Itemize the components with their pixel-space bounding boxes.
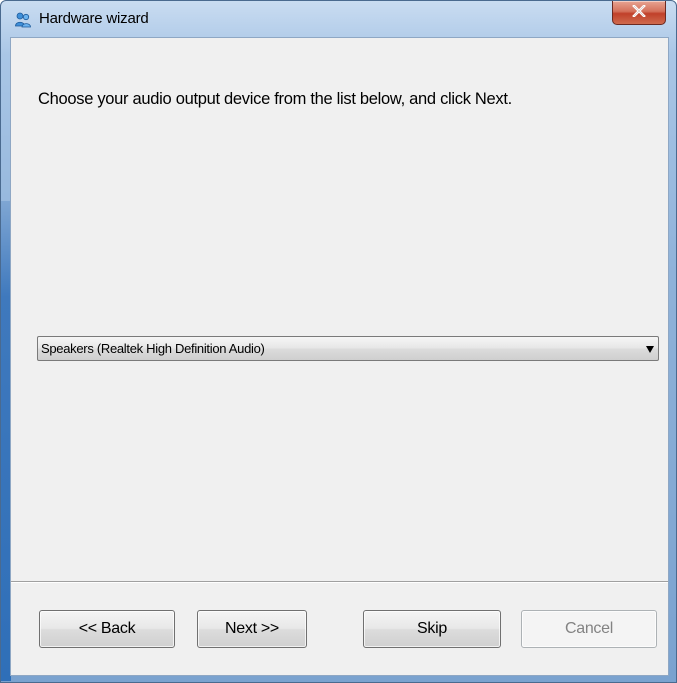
back-button[interactable]: << Back [39,610,175,648]
hardware-wizard-window: Hardware wizard Choose your audio output… [0,0,677,683]
close-button[interactable] [612,1,666,25]
footer-divider [11,581,668,583]
audio-device-select[interactable]: Speakers (Realtek High Definition Audio) [37,336,659,361]
wizard-content: Choose your audio output device from the… [10,37,669,676]
chevron-down-icon[interactable] [646,346,654,353]
window-title: Hardware wizard [39,10,149,27]
users-icon [14,11,32,29]
instruction-text: Choose your audio output device from the… [38,90,512,108]
skip-button[interactable]: Skip [363,610,501,648]
next-button[interactable]: Next >> [197,610,307,648]
close-icon [632,3,646,22]
cancel-button: Cancel [521,610,657,648]
title-bar[interactable]: Hardware wizard [1,1,676,37]
selected-device-value: Speakers (Realtek High Definition Audio) [41,341,265,356]
